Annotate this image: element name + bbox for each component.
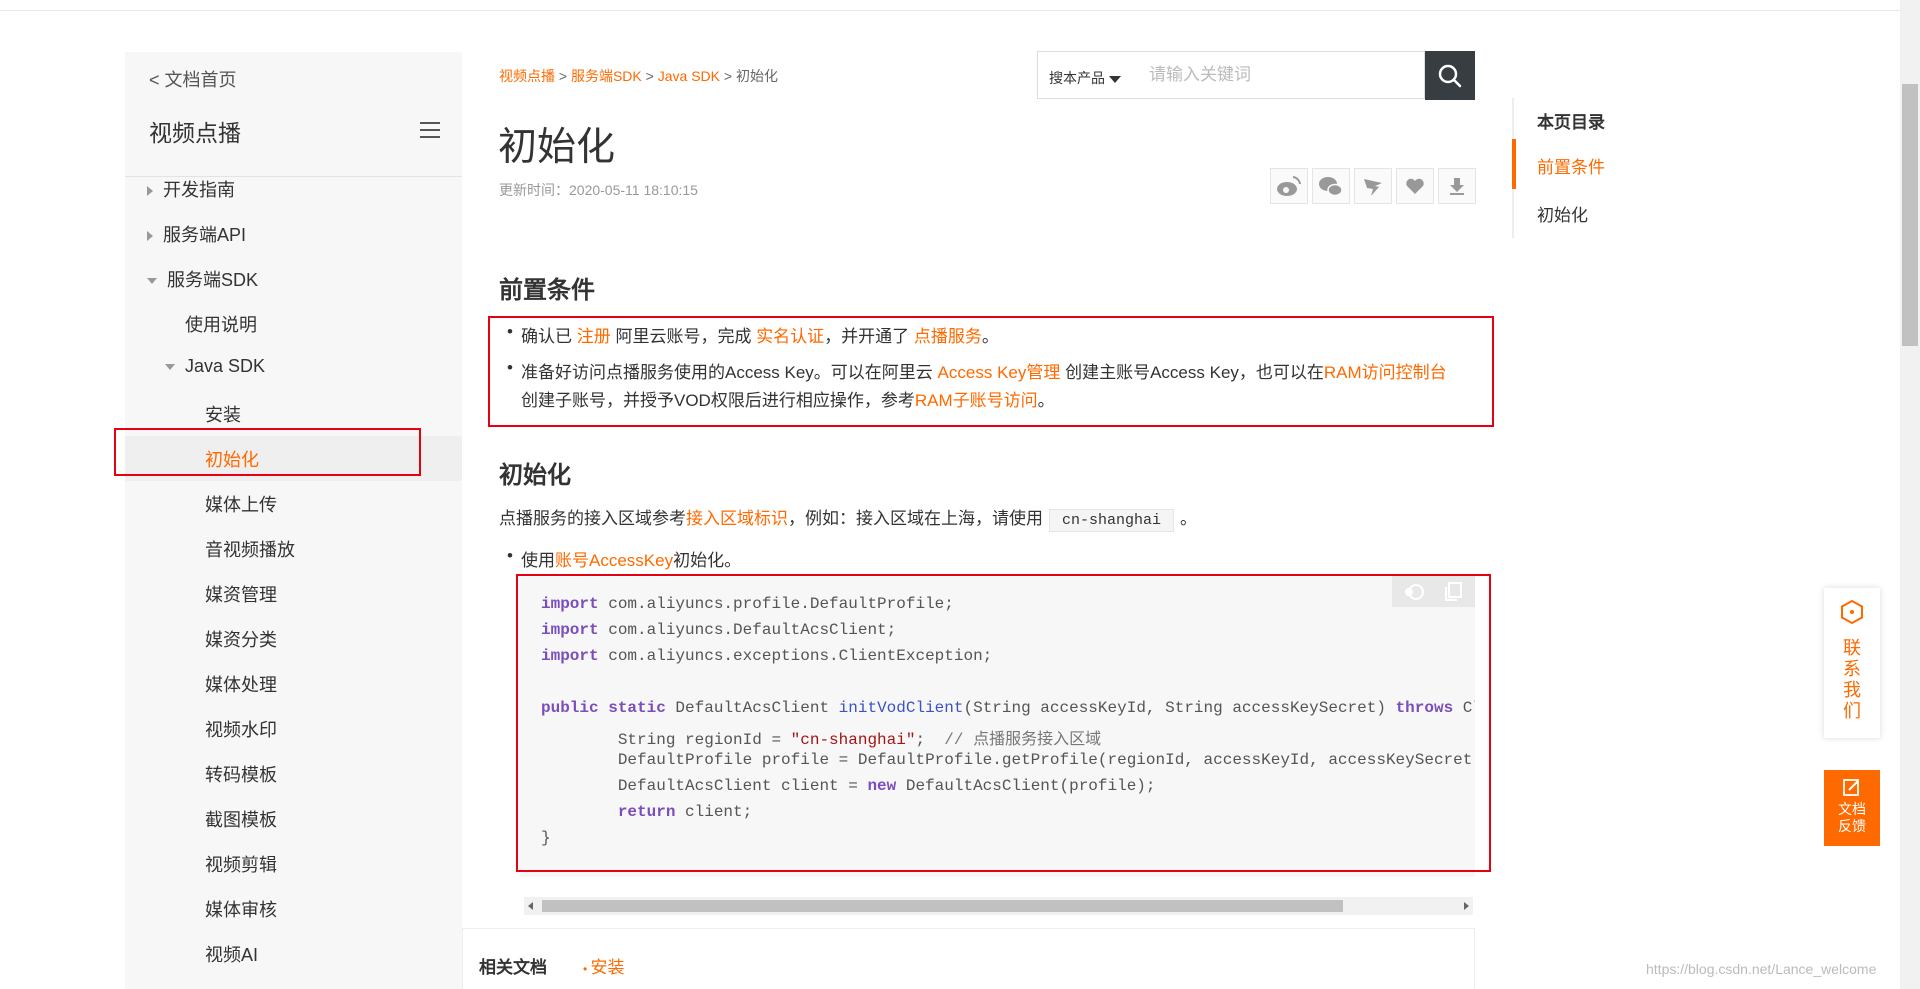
sidebar-item-playback[interactable]: 音视频播放 bbox=[205, 536, 295, 562]
contact-us-label: 联系我们 bbox=[1843, 638, 1861, 721]
region-paragraph: 点播服务的接入区域参考接入区域标识，例如：接入区域在上海，请使用 cn-shang… bbox=[499, 504, 1197, 532]
sidebar-item-media-upload[interactable]: 媒体上传 bbox=[205, 491, 277, 517]
breadcrumb-link-java-sdk[interactable]: Java SDK bbox=[658, 68, 720, 84]
related-docs: 相关文档 • 安装 bbox=[462, 928, 1475, 989]
sidebar-item-video-ai[interactable]: 视频AI bbox=[205, 941, 258, 967]
sidebar-item-transcode[interactable]: 转码模板 bbox=[205, 761, 277, 787]
related-docs-title: 相关文档 bbox=[479, 958, 547, 977]
annotation-box-prerequisites bbox=[488, 316, 1494, 427]
toc-title: 本页目录 bbox=[1537, 113, 1605, 132]
scroll-right-icon[interactable] bbox=[1464, 902, 1469, 910]
section-title-init: 初始化 bbox=[499, 462, 571, 489]
breadcrumb-separator: > bbox=[645, 68, 654, 84]
download-button[interactable] bbox=[1438, 168, 1476, 204]
code-horizontal-scrollbar[interactable] bbox=[524, 897, 1473, 915]
breadcrumb-link-server-sdk[interactable]: 服务端SDK bbox=[571, 68, 642, 84]
region-id-link[interactable]: 接入区域标识 bbox=[686, 509, 788, 528]
sidebar-item-server-sdk[interactable]: 服务端SDK bbox=[147, 266, 258, 292]
doc-feedback-button[interactable]: 文档 反馈 bbox=[1824, 770, 1880, 846]
sidebar-item-install[interactable]: 安装 bbox=[205, 401, 241, 427]
scroll-thumb[interactable] bbox=[1902, 84, 1918, 346]
inline-code-region: cn-shanghai bbox=[1049, 509, 1175, 532]
related-doc-link[interactable]: • 安装 bbox=[583, 953, 625, 978]
breadcrumb-current: 初始化 bbox=[735, 68, 778, 84]
breadcrumb-link-vod[interactable]: 视频点播 bbox=[499, 68, 555, 84]
sidebar-item-audit[interactable]: 媒体审核 bbox=[205, 896, 277, 922]
page-toc: 本页目录 前置条件 初始化 bbox=[1512, 98, 1714, 238]
weibo-share-button[interactable] bbox=[1270, 168, 1308, 204]
init-item-1: 使用账号AccessKey初始化。 bbox=[507, 546, 741, 571]
sidebar: < 文档首页 视频点播 开发指南 服务端API 服务端SDK 使用说明 Java… bbox=[125, 52, 462, 989]
weibo-icon bbox=[1277, 176, 1301, 196]
sidebar-item-media-category[interactable]: 媒资分类 bbox=[205, 626, 277, 652]
sidebar-item-snapshot[interactable]: 截图模板 bbox=[205, 806, 277, 832]
caret-right-icon bbox=[147, 231, 153, 242]
watermark: https://blog.csdn.net/Lance_welcome bbox=[1646, 961, 1877, 977]
sidebar-item-media-manage[interactable]: 媒资管理 bbox=[205, 581, 277, 607]
sidebar-item-usage[interactable]: 使用说明 bbox=[185, 311, 257, 337]
sidebar-title: 视频点播 bbox=[149, 120, 241, 146]
toc-active-indicator bbox=[1512, 139, 1516, 189]
heart-icon bbox=[1406, 178, 1424, 194]
sidebar-item-media-process[interactable]: 媒体处理 bbox=[205, 671, 277, 697]
page-vertical-scrollbar[interactable] bbox=[1900, 0, 1920, 989]
docs-home-link[interactable]: < 文档首页 bbox=[149, 66, 237, 92]
breadcrumb-separator: > bbox=[558, 68, 568, 84]
favorite-button[interactable] bbox=[1396, 168, 1434, 204]
search-bar: 搜本产品 bbox=[1037, 51, 1475, 101]
toc-item-init[interactable]: 初始化 bbox=[1537, 201, 1588, 226]
contact-us-button[interactable]: 联系我们 bbox=[1824, 588, 1880, 738]
caret-right-icon bbox=[147, 186, 153, 197]
section-title-prerequisites: 前置条件 bbox=[499, 277, 595, 304]
wechat-icon bbox=[1319, 177, 1343, 197]
wechat-share-button[interactable] bbox=[1312, 168, 1350, 204]
download-icon bbox=[1450, 178, 1464, 195]
top-bar bbox=[0, 0, 1920, 11]
search-icon bbox=[1438, 64, 1462, 88]
sidebar-item-watermark[interactable]: 视频水印 bbox=[205, 716, 277, 742]
scroll-left-icon[interactable] bbox=[528, 902, 533, 910]
sidebar-item-editing[interactable]: 视频剪辑 bbox=[205, 851, 277, 877]
sidebar-item-server-api[interactable]: 服务端API bbox=[147, 221, 246, 247]
search-scope-select[interactable]: 搜本产品 bbox=[1037, 51, 1136, 99]
page-title: 初始化 bbox=[498, 126, 616, 169]
toc-item-prerequisites[interactable]: 前置条件 bbox=[1537, 153, 1605, 178]
breadcrumb-separator: > bbox=[723, 68, 733, 84]
dingtalk-icon bbox=[1364, 179, 1382, 196]
caret-down-icon bbox=[165, 364, 175, 371]
dingtalk-share-button[interactable] bbox=[1354, 168, 1392, 204]
caret-down-icon bbox=[1109, 75, 1121, 83]
caret-down-icon bbox=[147, 278, 157, 285]
account-accesskey-link[interactable]: 账号AccessKey bbox=[555, 551, 673, 570]
edit-icon bbox=[1843, 779, 1859, 796]
annotation-box-sidebar bbox=[114, 428, 421, 476]
search-input[interactable] bbox=[1135, 51, 1425, 99]
annotation-box-code bbox=[516, 574, 1491, 872]
sidebar-item-dev-guide[interactable]: 开发指南 bbox=[147, 176, 235, 202]
hexagon-chat-icon bbox=[1841, 599, 1863, 625]
doc-feedback-label: 文档 反馈 bbox=[1838, 801, 1866, 834]
menu-icon[interactable] bbox=[420, 122, 440, 138]
update-time: 更新时间：2020-05-11 18:10:15 bbox=[499, 182, 698, 198]
scroll-thumb[interactable] bbox=[542, 900, 1343, 912]
search-button[interactable] bbox=[1425, 51, 1475, 100]
sidebar-item-java-sdk[interactable]: Java SDK bbox=[165, 356, 265, 377]
breadcrumb: 视频点播 > 服务端SDK > Java SDK > 初始化 bbox=[499, 66, 778, 86]
